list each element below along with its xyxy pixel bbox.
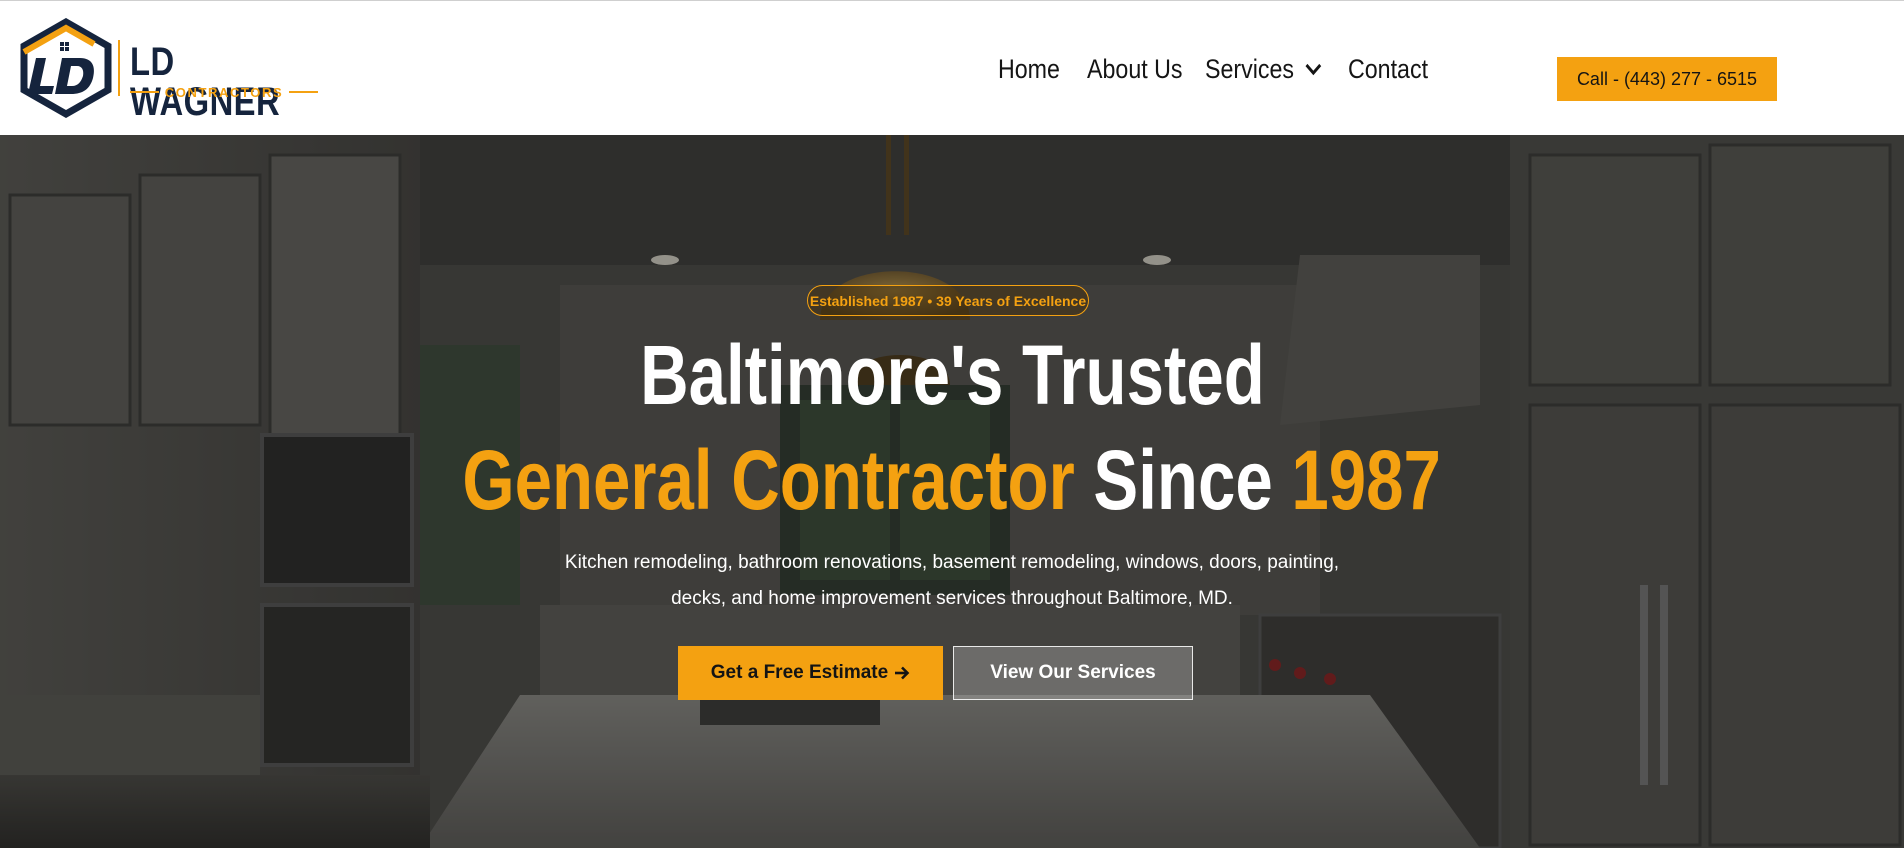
nav-home[interactable]: Home (998, 54, 1060, 85)
tagline-rule-right (289, 91, 319, 93)
chevron-down-icon (1305, 63, 1321, 76)
hero-subtitle-line-1: Kitchen remodeling, bathroom renovations… (564, 552, 1340, 573)
hero-title-line-1: Baltimore's Trusted (0, 325, 1904, 425)
established-badge: Established 1987 • 39 Years of Excellenc… (807, 285, 1089, 316)
hero-subtitle-line-2: decks, and home improvement services thr… (671, 588, 1233, 609)
nav-services[interactable]: Services (1205, 54, 1322, 85)
nav-contact[interactable]: Contact (1348, 54, 1428, 85)
hero-title-highlight: General Contractor (462, 433, 1076, 527)
hero-title-line-1-text: Baltimore's Trusted (639, 328, 1265, 422)
nav-about-us[interactable]: About Us (1087, 54, 1183, 85)
brand-tagline-row: CONTRACTORS (130, 84, 319, 100)
logo-mark-icon (20, 18, 112, 118)
logo-divider (118, 40, 120, 96)
hero-title-since: Since (1093, 433, 1274, 527)
arrow-right-icon (895, 666, 910, 680)
hero-title-line-2-text: General Contractor Since 1987 (463, 430, 1442, 530)
nav-services-label: Services (1205, 53, 1295, 84)
view-services-button[interactable]: View Our Services (953, 646, 1193, 700)
site-header: LD WAGNER CONTRACTORS Home About Us Serv… (0, 0, 1904, 135)
brand-name: LD WAGNER (130, 40, 281, 124)
hero-title-year: 1987 (1291, 433, 1442, 527)
brand-tagline: CONTRACTORS (164, 84, 284, 100)
free-estimate-label: Get a Free Estimate (710, 662, 889, 683)
call-button[interactable]: Call - (443) 277 - 6515 (1557, 57, 1777, 101)
brand-logo[interactable]: LD WAGNER CONTRACTORS (18, 18, 323, 122)
hero-section: Established 1987 • 39 Years of Excellenc… (0, 135, 1904, 848)
tagline-rule-left (130, 91, 159, 93)
hero-title-line-2: General Contractor Since 1987 (0, 430, 1904, 530)
free-estimate-button[interactable]: Get a Free Estimate (678, 646, 943, 700)
